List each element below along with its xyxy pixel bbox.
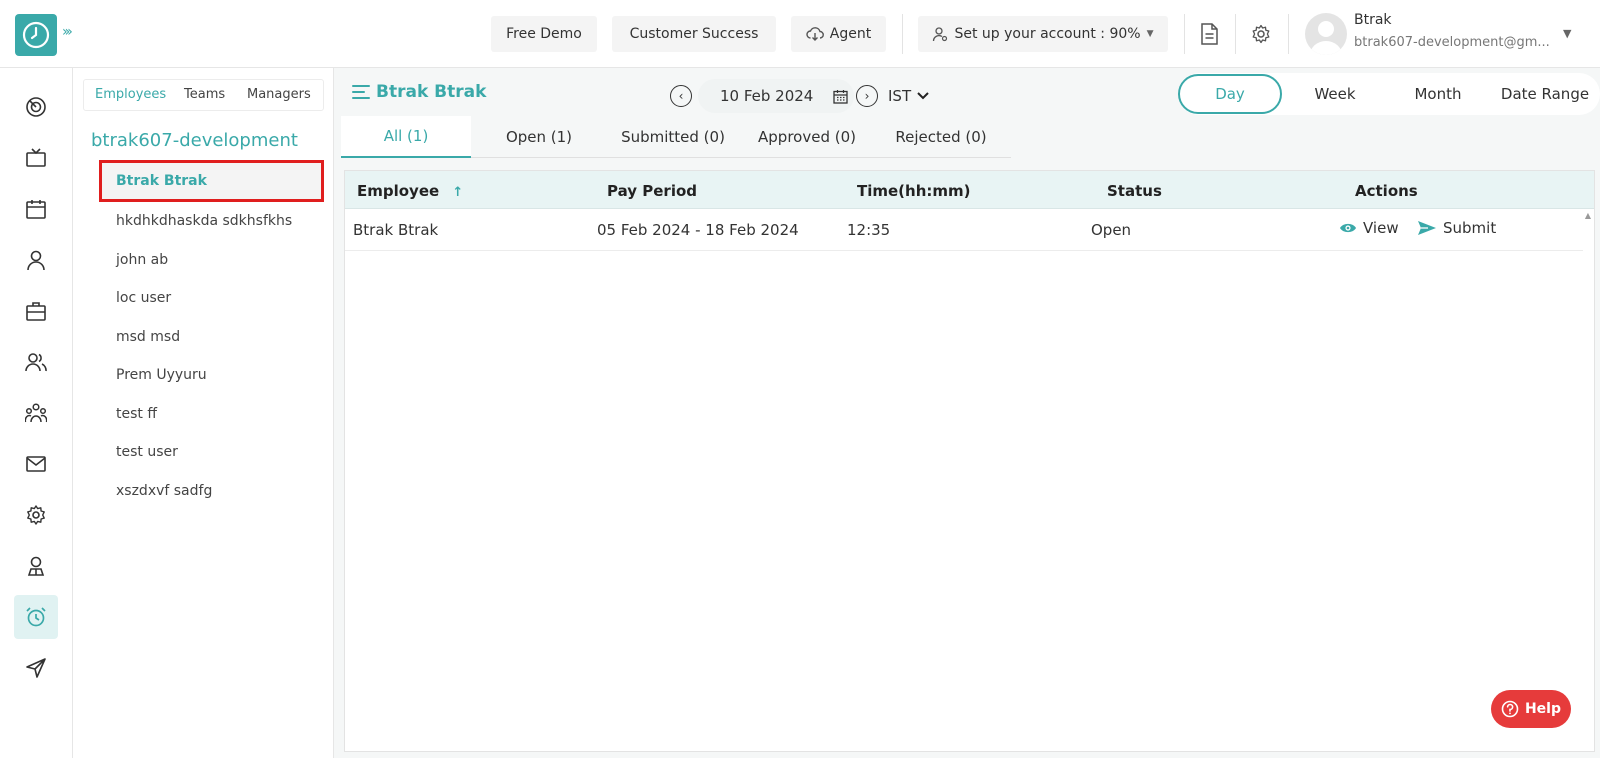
view-action[interactable]: View (1339, 219, 1399, 237)
employee-list-item[interactable]: test ff (102, 395, 324, 434)
tab-managers[interactable]: Managers (247, 87, 311, 102)
timesheet-alarm-icon[interactable] (14, 595, 58, 639)
tab-submitted[interactable]: Submitted (0) (607, 116, 739, 158)
column-header-employee[interactable]: Employee ↑ (357, 182, 463, 200)
page-title: Btrak Btrak (352, 82, 486, 102)
menu-lines-icon[interactable] (352, 83, 370, 101)
column-header-status: Status (1107, 182, 1162, 200)
dashboard-icon[interactable] (14, 85, 58, 129)
user-setup-icon (933, 27, 948, 42)
tab-employees[interactable]: Employees (95, 87, 166, 102)
left-nav-rail (0, 68, 73, 758)
cell-time: 12:35 (847, 221, 891, 239)
employee-list-item[interactable]: Btrak Btrak (99, 160, 324, 202)
free-demo-button[interactable]: Free Demo (491, 16, 597, 52)
calendar-icon[interactable] (14, 187, 58, 231)
date-navigator: ‹ 10 Feb 2024 › IST (670, 79, 929, 113)
timesheet-table: Employee ↑ Pay Period Time(hh:mm) Status… (344, 170, 1595, 752)
cell-employee: Btrak Btrak (353, 221, 439, 239)
sort-ascending-icon[interactable]: ↑ (452, 185, 463, 200)
next-date-button[interactable]: › (856, 85, 878, 107)
tab-month[interactable]: Month (1388, 73, 1488, 115)
user-avatar[interactable] (1305, 13, 1347, 55)
cloud-download-icon (806, 27, 824, 41)
cell-status: Open (1091, 221, 1132, 239)
setup-account-button[interactable]: Set up your account : 90% ▼ (918, 16, 1168, 52)
eye-icon (1340, 223, 1356, 233)
clock-logo-icon (22, 21, 50, 49)
timezone-select[interactable]: IST (888, 87, 929, 105)
employee-panel: Employees Teams Managers btrak607-develo… (73, 68, 334, 758)
tab-approved[interactable]: Approved (0) (741, 116, 873, 158)
expand-menu-icon[interactable]: ››› (62, 24, 73, 40)
top-bar: ››› Free Demo Customer Success Agent Set… (0, 0, 1600, 68)
submit-action[interactable]: Submit (1417, 219, 1496, 237)
send-icon (1418, 221, 1436, 235)
employee-panel-tabs: Employees Teams Managers (83, 79, 324, 111)
settings-icon[interactable] (14, 493, 58, 537)
table-row: Btrak Btrak 05 Feb 2024 - 18 Feb 2024 12… (345, 209, 1583, 251)
team-icon[interactable] (14, 391, 58, 435)
column-header-time: Time(hh:mm) (857, 182, 971, 200)
help-circle-icon (1501, 700, 1519, 718)
divider (1235, 14, 1236, 54)
column-header-actions: Actions (1355, 182, 1418, 200)
tab-all[interactable]: All (1) (341, 116, 471, 158)
users-icon[interactable] (14, 340, 58, 384)
employee-list-item[interactable]: test user (102, 433, 324, 472)
caret-down-icon: ▼ (1146, 29, 1154, 39)
employee-list-item[interactable]: john ab (102, 241, 324, 280)
main-content: Btrak Btrak ‹ 10 Feb 2024 › IST Day Week… (334, 68, 1600, 758)
chevron-down-icon (917, 92, 929, 100)
settings-gear-icon[interactable] (1249, 22, 1273, 46)
tab-day[interactable]: Day (1178, 74, 1282, 114)
tab-week[interactable]: Week (1286, 73, 1384, 115)
table-header: Employee ↑ Pay Period Time(hh:mm) Status… (345, 171, 1594, 209)
column-header-pay-period: Pay Period (607, 182, 697, 200)
help-button[interactable]: Help (1491, 690, 1571, 728)
date-range-tabs: Day Week Month Date Range (1178, 73, 1600, 115)
send-icon[interactable] (14, 646, 58, 690)
chevron-left-icon: ‹ (678, 89, 684, 103)
tab-date-range[interactable]: Date Range (1492, 73, 1598, 115)
avatar-placeholder-icon (1310, 21, 1342, 55)
tab-teams[interactable]: Teams (184, 87, 225, 102)
cell-pay-period: 05 Feb 2024 - 18 Feb 2024 (597, 221, 799, 239)
user-icon[interactable] (14, 238, 58, 282)
tab-open[interactable]: Open (1) (474, 116, 604, 158)
agent-button[interactable]: Agent (791, 16, 886, 52)
date-picker[interactable]: 10 Feb 2024 (698, 79, 854, 113)
employee-list: Btrak Btrak hkdhkdhaskda sdkhsfkhs john … (99, 160, 324, 511)
app-logo[interactable] (15, 14, 57, 56)
employee-badge-icon[interactable] (14, 544, 58, 588)
user-menu-caret-icon[interactable]: ▼ (1563, 27, 1571, 40)
divider (1184, 14, 1185, 54)
selected-date: 10 Feb 2024 (720, 87, 814, 105)
previous-date-button[interactable]: ‹ (670, 85, 692, 107)
calendar-icon[interactable] (833, 89, 849, 104)
briefcase-icon[interactable] (14, 289, 58, 333)
tab-rejected[interactable]: Rejected (0) (875, 116, 1007, 158)
organization-name[interactable]: btrak607-development (91, 130, 298, 151)
customer-success-button[interactable]: Customer Success (612, 16, 776, 52)
mail-icon[interactable] (14, 442, 58, 486)
employee-list-item[interactable]: Prem Uyyuru (102, 356, 324, 395)
user-email: btrak607-development@gm... (1354, 35, 1550, 50)
tv-icon[interactable] (14, 136, 58, 180)
divider (902, 14, 903, 54)
employee-list-item[interactable]: loc user (102, 279, 324, 318)
user-name: Btrak (1354, 12, 1392, 28)
chevron-right-icon: › (864, 89, 870, 103)
employee-list-item[interactable]: xszdxvf sadfg (102, 472, 324, 511)
employee-list-item[interactable]: hkdhkdhaskda sdkhsfkhs (102, 202, 324, 241)
scroll-up-icon[interactable]: ▲ (1585, 211, 1591, 220)
divider (1288, 14, 1289, 54)
status-filter-tabs: All (1) Open (1) Submitted (0) Approved … (341, 116, 1011, 158)
document-icon[interactable] (1197, 22, 1221, 46)
employee-list-item[interactable]: msd msd (102, 318, 324, 357)
